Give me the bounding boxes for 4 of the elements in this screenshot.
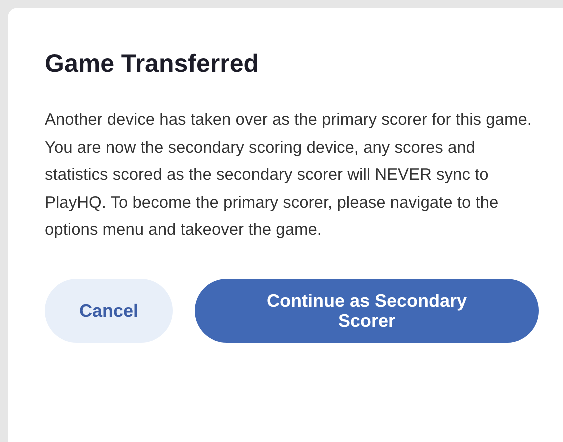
dialog-message: Another device has taken over as the primary scorer for this game. You are now the secondary scoring device, any scores and statistics scored as the secondary scorer will NEVER sync to PlayHQ. To become the primary scorer, please navigate to the options menu and takeover the game. (45, 110, 533, 241)
cancel-button[interactable]: Cancel (45, 278, 173, 342)
dialog-title: Game Transferred (45, 50, 260, 79)
continue-button[interactable]: Continue as Secondary Scorer (195, 278, 539, 342)
